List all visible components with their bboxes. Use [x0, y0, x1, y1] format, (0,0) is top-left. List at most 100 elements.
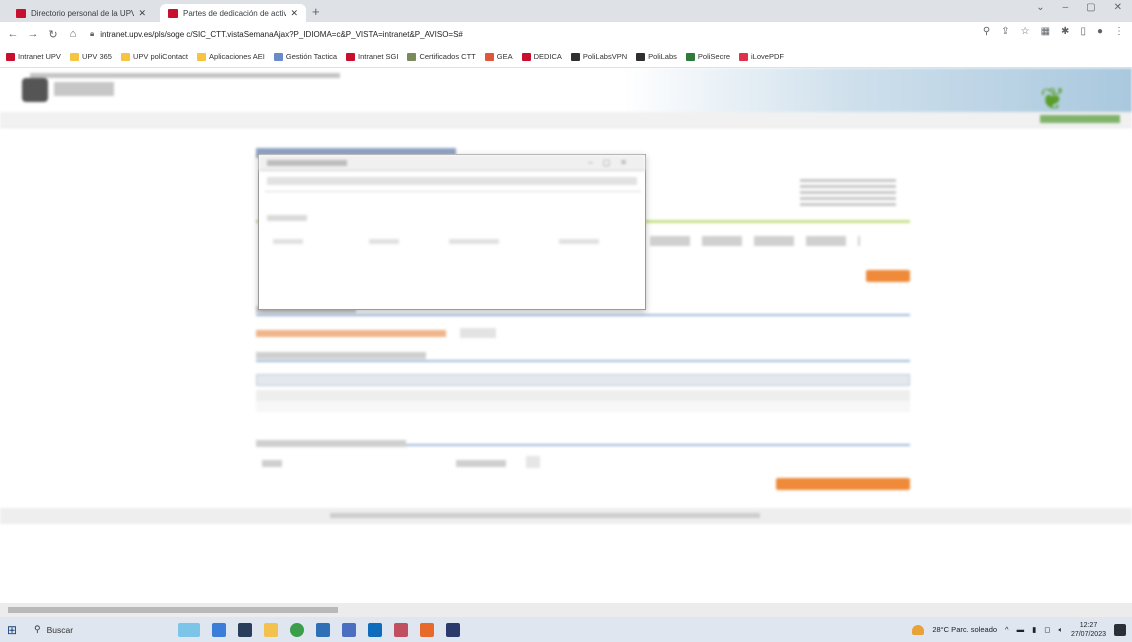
store-icon[interactable]: [316, 622, 330, 637]
battery-icon[interactable]: ▬: [1017, 625, 1025, 634]
task-view-icon[interactable]: [238, 622, 252, 637]
bookmark-favicon-icon: [685, 52, 695, 61]
widgets-icon[interactable]: [178, 622, 200, 637]
bookmarks-bar: Intranet UPV UPV 365 UPV poliContact Aplica…: [0, 46, 1132, 68]
upv-favicon-icon: [16, 8, 26, 18]
app-icon[interactable]: [394, 622, 408, 637]
bookmark-item[interactable]: Intranet UPV: [6, 52, 61, 61]
mic-icon[interactable]: ▮: [1032, 625, 1036, 634]
bookmark-item[interactable]: iLovePDF: [739, 52, 784, 61]
tab-title: Directorio personal de la UPV: [31, 8, 135, 18]
app-icon[interactable]: [342, 622, 356, 637]
close-icon[interactable]: ✕: [1114, 2, 1122, 13]
bookmark-label: PoliLabsVPN: [582, 52, 628, 61]
bookmark-favicon-icon: [407, 52, 417, 61]
save-button[interactable]: [776, 478, 910, 490]
forward-arrow-icon[interactable]: →: [26, 28, 40, 40]
bookmark-item[interactable]: Certificados CTT: [407, 52, 476, 61]
taskbar-search[interactable]: ⚲ Buscar: [24, 617, 142, 642]
network-icon[interactable]: ◻: [1044, 625, 1050, 634]
dialog-title-bar: –▢✕: [259, 155, 645, 171]
restore-icon[interactable]: ▢: [1086, 2, 1095, 13]
close-tab-icon[interactable]: ✕: [138, 8, 146, 19]
bookmark-item[interactable]: PoliSecre: [685, 52, 731, 61]
back-arrow-icon[interactable]: ←: [6, 28, 20, 40]
sidebar-icon[interactable]: ▯: [1080, 26, 1086, 37]
bookmark-favicon-icon: [120, 52, 130, 61]
weather-text[interactable]: 28°C Parc. soleado: [932, 625, 997, 634]
minimize-icon[interactable]: –: [1063, 2, 1069, 13]
tab-partes-dedicacion[interactable]: Partes de dedicación de activid ✕: [160, 4, 306, 22]
bookmark-label: Certificados CTT: [419, 52, 476, 61]
time: 12:27: [1079, 621, 1098, 629]
file-explorer-icon[interactable]: [264, 622, 278, 637]
search-placeholder: Buscar: [46, 624, 74, 635]
bookmark-favicon-icon: [346, 52, 356, 61]
home-icon[interactable]: ⌂: [66, 28, 80, 40]
dialog-column: [559, 239, 599, 244]
bookmark-item[interactable]: Aplicaciones AEI: [197, 52, 265, 61]
bookmark-item[interactable]: Intranet SGI: [346, 52, 398, 61]
dialog-column: [449, 239, 499, 244]
bookmark-item[interactable]: PoliLabs: [636, 52, 677, 61]
volume-icon[interactable]: 🔈︎: [1058, 625, 1063, 635]
week-table: [256, 390, 910, 412]
section-rule: [256, 360, 910, 362]
profile-icon[interactable]: ●: [1097, 26, 1103, 37]
header-button[interactable]: [1040, 115, 1120, 123]
notification-icon[interactable]: [1114, 623, 1126, 636]
checkbox-label[interactable]: [256, 352, 426, 359]
warning-text: [256, 330, 446, 337]
close-tab-icon[interactable]: ✕: [290, 8, 298, 19]
dialog-window-controls[interactable]: –▢✕: [588, 158, 637, 167]
bookmark-item[interactable]: DEDICA: [521, 52, 562, 61]
bookmark-label: Gestión Tactica: [285, 52, 338, 61]
weather-icon[interactable]: [912, 624, 925, 635]
clock[interactable]: 12:27 27/07/2023: [1071, 621, 1106, 639]
terminal-icon[interactable]: [446, 622, 460, 637]
field-label: [262, 460, 282, 467]
bookmark-favicon-icon: [197, 52, 207, 61]
chrome-icon[interactable]: [290, 622, 304, 637]
filter-selects[interactable]: [650, 236, 860, 246]
upv-favicon-icon: [168, 8, 178, 18]
extension-icon[interactable]: ▦: [1041, 26, 1050, 37]
chevron-down-icon[interactable]: ⌄: [1036, 2, 1044, 13]
lock-icon[interactable]: 🔒︎: [90, 29, 94, 39]
search-button[interactable]: [866, 270, 910, 282]
page-footer: [0, 508, 1132, 524]
toolbar-icons: ⚲ ⇪ ☆ ▦ ✱ ▯ ● ⋮: [983, 26, 1124, 37]
small-button[interactable]: [460, 328, 496, 338]
bookmark-item[interactable]: PoliLabsVPN: [570, 52, 628, 61]
system-tray: 28°C Parc. soleado ^ ▬ ▮ ◻ 🔈︎ 12:27 27/0…: [912, 617, 1126, 642]
zoom-icon[interactable]: ⚲: [983, 26, 990, 37]
app-icon[interactable]: [420, 622, 434, 637]
edge-icon[interactable]: [212, 622, 226, 637]
bookmark-favicon-icon: [739, 52, 749, 61]
bookmark-favicon-icon: [570, 52, 580, 61]
menu-icon[interactable]: ⋮: [1114, 26, 1124, 37]
address-bar: ← → ↻ ⌂ 🔒︎ intranet.upv.es/pls/soge c/SI…: [0, 22, 1132, 46]
star-icon[interactable]: ☆: [1021, 26, 1030, 37]
tab-directorio[interactable]: Directorio personal de la UPV ✕: [8, 4, 154, 22]
plus-icon[interactable]: +: [312, 4, 320, 19]
reload-icon[interactable]: ↻: [46, 28, 60, 41]
week-tabs[interactable]: [256, 374, 910, 386]
url-field[interactable]: 🔒︎ intranet.upv.es/pls/soge c/SIC_CTT.vi…: [90, 25, 970, 43]
calendar-icon[interactable]: [526, 456, 540, 468]
tab-title: Partes de dedicación de activid: [183, 8, 287, 18]
outlook-icon[interactable]: [368, 622, 382, 637]
chevron-up-icon[interactable]: ^: [1005, 625, 1009, 634]
section-heading: [256, 440, 406, 447]
puzzle-icon[interactable]: ✱: [1061, 26, 1069, 37]
share-icon[interactable]: ⇪: [1001, 26, 1009, 37]
windows-start-icon[interactable]: ⊞: [0, 617, 24, 642]
bookmark-item[interactable]: GEA: [484, 52, 513, 61]
section-rule: [256, 314, 910, 316]
bookmark-item[interactable]: UPV poliContact: [120, 52, 188, 61]
bookmark-item[interactable]: UPV 365: [69, 52, 112, 61]
bookmark-item[interactable]: Gestión Tactica: [273, 52, 338, 61]
taskbar-apps: [178, 622, 460, 637]
bookmark-label: PoliSecre: [697, 52, 731, 61]
breadcrumb[interactable]: [30, 73, 340, 78]
